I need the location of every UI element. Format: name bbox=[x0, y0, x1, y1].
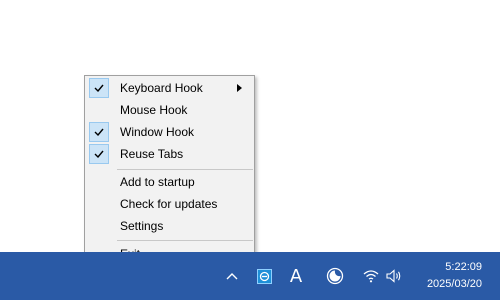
wifi-icon[interactable] bbox=[362, 266, 380, 286]
clock-time: 5:22:09 bbox=[445, 261, 482, 273]
menu-item-label: Reuse Tabs bbox=[120, 147, 184, 161]
menu-item-label: Mouse Hook bbox=[120, 103, 188, 117]
menu-item-window-hook[interactable]: Window Hook bbox=[87, 121, 252, 143]
menu-item-label: Check for updates bbox=[120, 197, 218, 211]
ime-indicator[interactable]: A bbox=[286, 264, 306, 288]
app-logo-icon bbox=[256, 268, 272, 284]
menu-item-label: Keyboard Hook bbox=[120, 81, 203, 95]
menu-item-label: Settings bbox=[120, 219, 164, 233]
menu-separator bbox=[117, 240, 253, 241]
menu-separator bbox=[117, 169, 253, 170]
focus-assist-icon[interactable] bbox=[324, 265, 346, 287]
menu-item-check-for-updates[interactable]: Check for updates bbox=[87, 193, 252, 215]
checkmark-icon bbox=[89, 122, 109, 142]
checkmark-icon bbox=[89, 144, 109, 164]
app-tray-icon[interactable] bbox=[254, 266, 274, 286]
menu-item-label: Window Hook bbox=[120, 125, 195, 139]
menu-item-label: Add to startup bbox=[120, 175, 195, 189]
taskbar-clock[interactable]: 5:22:09 2025/03/20 bbox=[416, 259, 482, 293]
submenu-arrow-icon bbox=[237, 84, 242, 92]
menu-item-add-to-startup[interactable]: Add to startup bbox=[87, 171, 252, 193]
menu-item-reuse-tabs[interactable]: Reuse Tabs bbox=[87, 143, 252, 165]
chevron-up-icon[interactable] bbox=[222, 266, 242, 286]
clock-date: 2025/03/20 bbox=[426, 278, 482, 290]
tray-context-menu: Keyboard Hook Mouse Hook Window Hook Reu… bbox=[84, 75, 255, 266]
checkmark-icon bbox=[89, 78, 109, 98]
menu-item-keyboard-hook[interactable]: Keyboard Hook bbox=[87, 77, 252, 99]
menu-item-mouse-hook[interactable]: Mouse Hook bbox=[87, 99, 252, 121]
menu-item-settings[interactable]: Settings bbox=[87, 215, 252, 237]
volume-icon[interactable] bbox=[384, 266, 404, 286]
